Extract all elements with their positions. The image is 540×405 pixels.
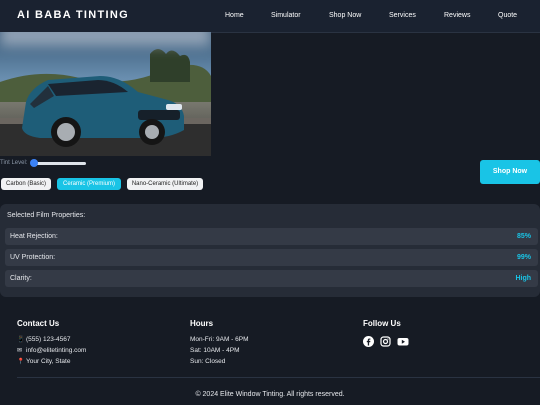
car-illustration	[0, 49, 211, 156]
follow-heading: Follow Us	[363, 319, 401, 328]
tint-slider-thumb[interactable]	[30, 159, 38, 167]
property-label: Heat Rejection:	[10, 233, 58, 240]
property-row-heat: Heat Rejection: 85%	[5, 228, 538, 245]
nav-link-quote[interactable]: Quote	[498, 12, 517, 19]
tint-level-label: Tint Level:	[0, 160, 28, 166]
location-pin-icon: 📍	[17, 359, 25, 365]
footer-hours: Hours Mon-Fri: 9AM - 6PM Sat: 10AM - 4PM…	[190, 319, 249, 367]
property-value: 99%	[516, 254, 531, 261]
film-properties-panel: Selected Film Properties: Heat Rejection…	[0, 204, 540, 297]
copyright-text: © 2024 Elite Window Tinting. All rights …	[195, 391, 345, 398]
facebook-icon[interactable]	[363, 334, 374, 347]
nav-link-services[interactable]: Services	[389, 12, 416, 19]
film-ceramic-button[interactable]: Ceramic (Premium)	[57, 178, 121, 190]
hours-line: Sat: 10AM - 4PM	[190, 347, 240, 354]
contact-email[interactable]: ✉ info@elitetinting.com	[17, 345, 86, 356]
nav-link-reviews[interactable]: Reviews	[444, 12, 470, 19]
hours-line: Mon-Fri: 9AM - 6PM	[190, 336, 249, 343]
social-links	[363, 334, 409, 347]
properties-title: Selected Film Properties:	[7, 212, 86, 219]
youtube-icon[interactable]	[397, 334, 409, 346]
contact-heading: Contact Us	[17, 319, 60, 328]
nav-link-simulator[interactable]: Simulator	[271, 12, 301, 19]
property-row-clarity: Clarity: High	[5, 270, 538, 287]
brand-logo[interactable]: AI BABA TINTING	[17, 9, 129, 21]
shop-now-button[interactable]: Shop Now	[480, 160, 540, 184]
car-preview-image	[0, 32, 211, 156]
property-label: UV Protection:	[10, 254, 56, 261]
contact-phone[interactable]: 📱 (555) 123-4567	[17, 334, 86, 345]
footer-contact: Contact Us 📱 (555) 123-4567 ✉ info@eliteti…	[17, 319, 86, 367]
property-label: Clarity:	[10, 275, 32, 282]
tint-overlay	[0, 32, 211, 46]
film-carbon-button[interactable]: Carbon (Basic)	[1, 178, 51, 190]
footer-follow: Follow Us	[363, 319, 409, 347]
nav-link-home[interactable]: Home	[225, 12, 244, 19]
email-text: info@elitetinting.com	[26, 347, 87, 354]
address-text: Your City, State	[26, 358, 71, 365]
top-nav-bar: AI BABA TINTING Home Simulator Shop Now …	[0, 0, 540, 33]
nav-link-shop-now[interactable]: Shop Now	[329, 12, 361, 19]
property-row-uv: UV Protection: 99%	[5, 249, 538, 266]
footer-divider	[17, 377, 540, 378]
tint-slider-track[interactable]	[34, 162, 86, 165]
hours-line: Sun: Closed	[190, 358, 226, 365]
contact-address: 📍 Your City, State	[17, 356, 86, 367]
phone-text: (555) 123-4567	[26, 336, 71, 343]
property-value: High	[515, 275, 531, 282]
hours-heading: Hours	[190, 319, 214, 328]
instagram-icon[interactable]	[380, 334, 391, 347]
film-nano-ceramic-button[interactable]: Nano-Ceramic (Ultimate)	[127, 178, 203, 190]
property-value: 85%	[516, 233, 531, 240]
